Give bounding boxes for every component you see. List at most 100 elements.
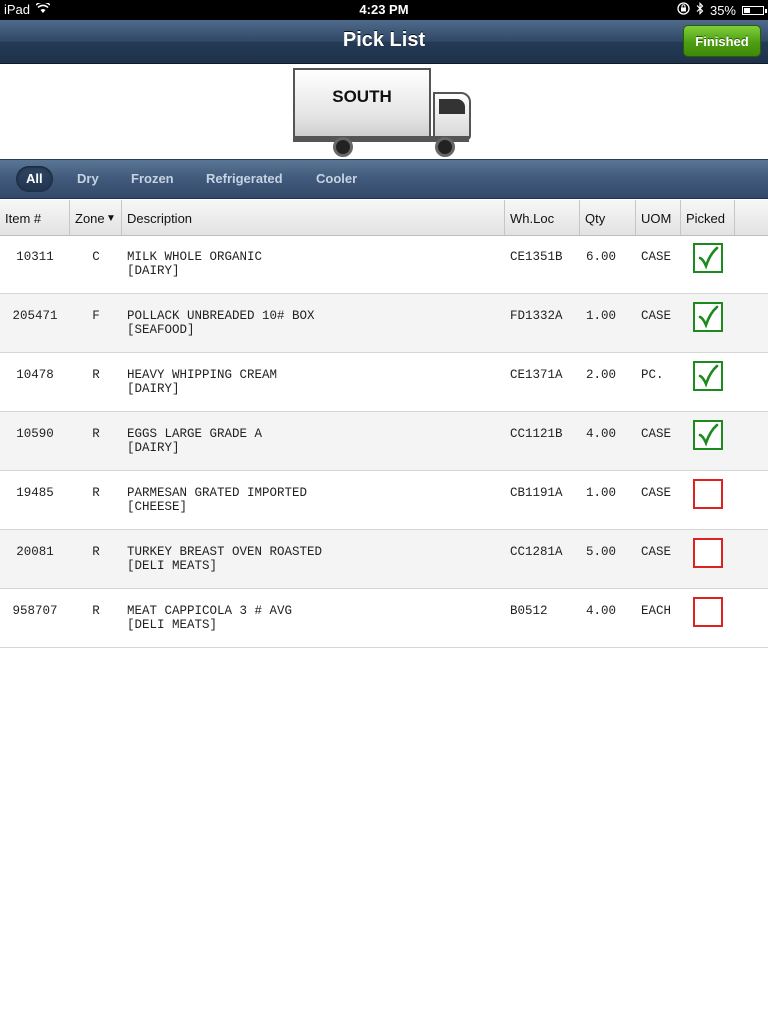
picked-checkbox[interactable] [693,302,723,332]
item-category: [SEAFOOD] [127,323,195,337]
status-bar: iPad 4:23 PM 35% [0,0,768,20]
unit-of-measure: CASE [641,486,672,500]
item-number: 20081 [16,545,54,559]
page-title: Pick List [342,29,426,51]
unit-of-measure: EACH [641,604,672,618]
item-description-text: TURKEY BREAST OVEN ROASTED [127,545,323,559]
warehouse-location: CC1281A [510,545,563,559]
item-description-text: POLLACK UNBREADED 10# BOX [127,309,315,323]
column-header-item[interactable]: Item # [0,200,70,235]
route-banner: SOUTH [0,64,768,159]
warehouse-location: CB1191A [510,486,563,500]
item-description: PARMESAN GRATED IMPORTED [CHEESE] [127,486,307,514]
item-description-text: PARMESAN GRATED IMPORTED [127,486,308,500]
column-header-picked[interactable]: Picked [681,200,735,235]
table-row[interactable]: 958707 R MEAT CAPPICOLA 3 # AVG [DELI MEATS… [0,589,768,648]
item-number: 10478 [16,368,54,382]
item-description-text: MEAT CAPPICOLA 3 # AVG [127,604,293,618]
table-row[interactable]: 10590 R EGGS LARGE GRADE A [DAIRY] CC1121B 4.… [0,412,768,471]
warehouse-location: FD1332A [510,309,563,323]
item-category: [DELI MEATS] [127,618,218,632]
route-label: SOUTH [332,87,392,106]
item-description: HEAVY WHIPPING CREAM [DAIRY] [127,368,277,396]
item-category: [DAIRY] [127,441,180,455]
item-description-text: EGGS LARGE GRADE A [127,427,263,441]
filter-all[interactable]: All [16,166,53,192]
column-header-uom-label: UOM [641,211,672,226]
truck-wheel-front [435,137,455,157]
truck-icon: SOUTH [293,68,475,157]
picked-checkbox[interactable] [693,538,723,568]
table-row[interactable]: 205471 F POLLACK UNBREADED 10# BOX [SEAFOOD… [0,294,768,353]
item-number: 958707 [12,604,58,618]
item-category: [DAIRY] [127,382,180,396]
item-description: MILK WHOLE ORGANIC [DAIRY] [127,250,262,278]
nav-bar: Pick List Finished [0,20,768,64]
column-header-zone[interactable]: Zone ▼ [70,200,122,235]
zone-code: R [92,604,100,618]
sort-down-icon: ▼ [106,213,116,224]
picked-checkbox[interactable] [693,361,723,391]
column-header-whloc-label: Wh.Loc [510,211,555,226]
item-description: EGGS LARGE GRADE A [DAIRY] [127,427,262,455]
picked-checkbox[interactable] [693,420,723,450]
warehouse-location: CE1371A [510,368,563,382]
item-category: [DELI MEATS] [127,559,218,573]
picked-checkbox[interactable] [693,597,723,627]
unit-of-measure: CASE [641,309,672,323]
quantity: 1.00 [586,309,617,323]
item-category: [DAIRY] [127,264,180,278]
item-description: MEAT CAPPICOLA 3 # AVG [DELI MEATS] [127,604,292,632]
picked-checkbox[interactable] [693,243,723,273]
picked-checkbox[interactable] [693,479,723,509]
filter-bar: All Dry Frozen Refrigerated Cooler [0,159,768,199]
item-number: 10590 [16,427,54,441]
item-description-text: HEAVY WHIPPING CREAM [127,368,278,382]
column-header-qty[interactable]: Qty [580,200,636,235]
item-description: TURKEY BREAST OVEN ROASTED [DELI MEATS] [127,545,322,573]
filter-cooler[interactable]: Cooler [306,166,367,192]
column-header-description-label: Description [127,211,193,226]
zone-code: F [92,309,100,323]
status-time: 4:23 PM [359,2,409,17]
item-description-text: MILK WHOLE ORGANIC [127,250,263,264]
quantity: 4.00 [586,427,617,441]
filter-dry[interactable]: Dry [67,166,109,192]
zone-code: R [92,427,100,441]
quantity: 6.00 [586,250,617,264]
column-header-description[interactable]: Description [122,200,505,235]
zone-code: R [92,486,100,500]
item-category: [CHEESE] [127,500,188,514]
warehouse-location: CE1351B [510,250,563,264]
truck-wheel-rear [333,137,353,157]
battery-icon [742,5,767,15]
item-number: 10311 [16,250,54,264]
column-header-uom[interactable]: UOM [636,200,681,235]
item-description: POLLACK UNBREADED 10# BOX [SEAFOOD] [127,309,315,337]
table-header: Item # Zone ▼ Description Wh.Loc Qty UOM … [0,200,768,236]
column-header-whloc[interactable]: Wh.Loc [505,200,580,235]
bluetooth-icon [696,2,704,18]
unit-of-measure: CASE [641,427,672,441]
table-row[interactable]: 10478 R HEAVY WHIPPING CREAM [DAIRY] CE1371A… [0,353,768,412]
warehouse-location: B0512 [510,604,548,618]
filter-frozen[interactable]: Frozen [121,166,184,192]
orientation-lock-icon [677,2,690,18]
column-header-zone-label: Zone [75,211,105,226]
quantity: 1.00 [586,486,617,500]
unit-of-measure: CASE [641,250,672,264]
quantity: 4.00 [586,604,617,618]
warehouse-location: CC1121B [510,427,563,441]
truck-window [439,99,465,114]
table-row[interactable]: 10311 C MILK WHOLE ORGANIC [DAIRY] CE1351B 6.… [0,235,768,294]
filter-refrigerated[interactable]: Refrigerated [196,166,293,192]
zone-code: R [92,368,100,382]
column-header-picked-label: Picked [686,211,726,226]
battery-percent: 35% [709,2,736,18]
table-row[interactable]: 19485 R PARMESAN GRATED IMPORTED [CHEESE] CB… [0,471,768,530]
table-row[interactable]: 20081 R TURKEY BREAST OVEN ROASTED [DELI ME… [0,530,768,589]
unit-of-measure: PC. [641,368,664,382]
finished-button[interactable]: Finished [683,25,761,57]
column-header-qty-label: Qty [585,211,606,226]
quantity: 5.00 [586,545,617,559]
